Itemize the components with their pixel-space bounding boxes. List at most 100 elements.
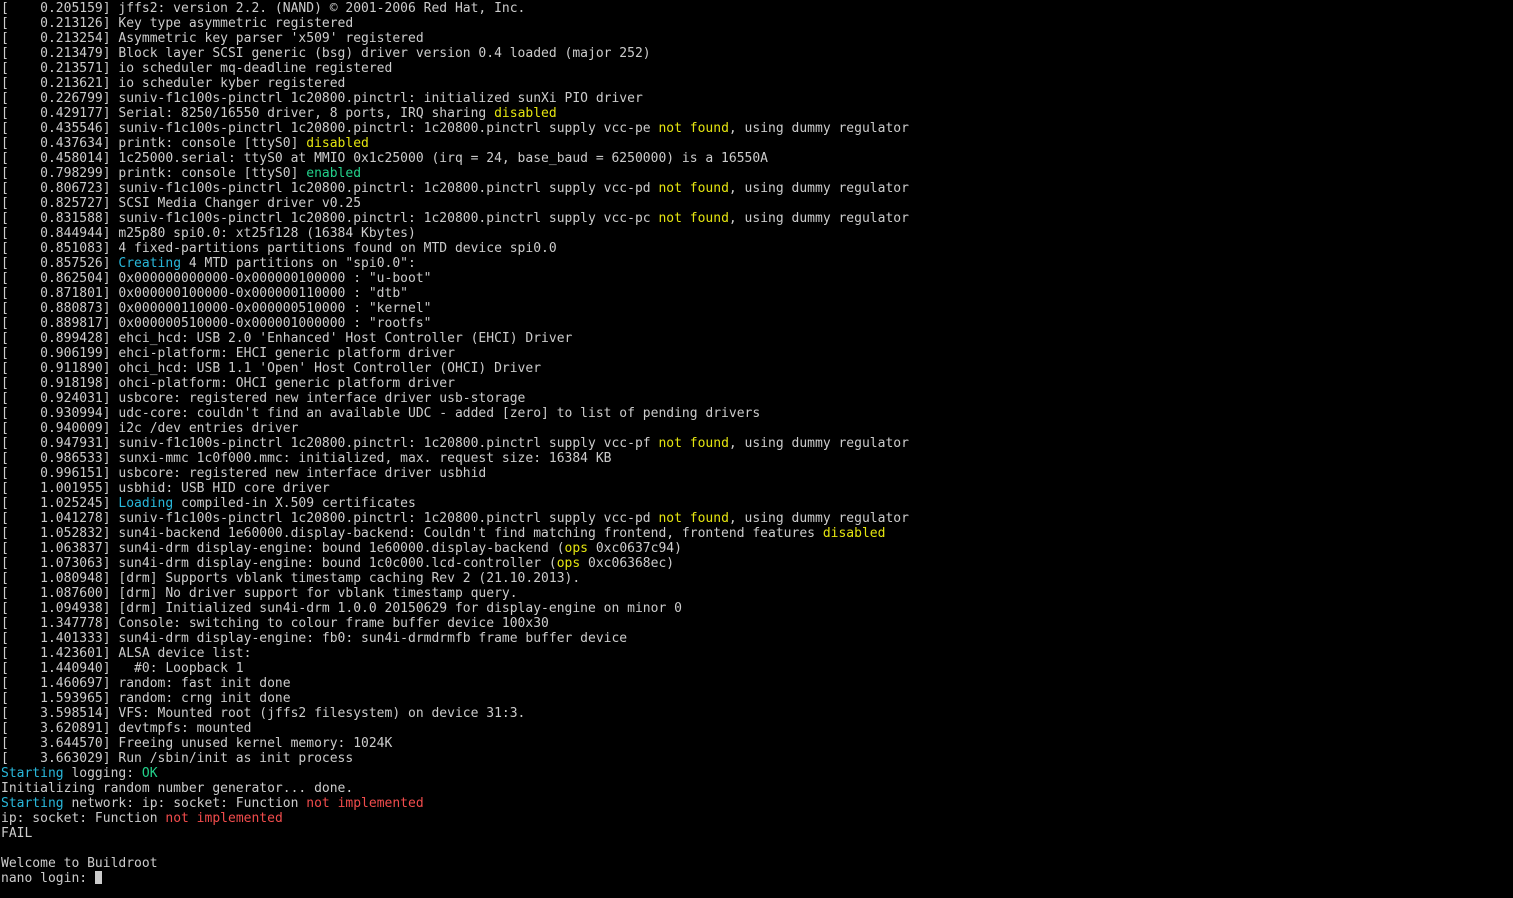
log-text: [ 1.073063] sun4i-drm display-engine: bo… [1, 556, 557, 571]
terminal-line: [ 0.825727] SCSI Media Changer driver v0… [1, 196, 909, 211]
terminal-line: [ 1.094938] [drm] Initialized sun4i-drm … [1, 601, 909, 616]
log-text: [ 1.460697] random: fast init done [1, 676, 291, 691]
log-text: [ 0.831588] suniv-f1c100s-pinctrl 1c2080… [1, 211, 659, 226]
log-text: [ 0.911890] ohci_hcd: USB 1.1 'Open' Hos… [1, 361, 542, 376]
log-text: [ 1.080948] [drm] Supports vblank timest… [1, 571, 581, 586]
log-text: [ 3.663029] Run /sbin/init as init proce… [1, 751, 354, 766]
terminal-line: [ 0.947931] suniv-f1c100s-pinctrl 1c2080… [1, 436, 909, 451]
terminal-line: [ 3.620891] devtmpfs: mounted [1, 721, 909, 736]
log-text: [ 0.458014] 1c25000.serial: ttyS0 at MMI… [1, 151, 769, 166]
terminal-line: [ 0.831588] suniv-f1c100s-pinctrl 1c2080… [1, 211, 909, 226]
terminal-line: [ 1.347778] Console: switching to colour… [1, 616, 909, 631]
log-text: [ 0.857526] [1, 256, 119, 271]
terminal-line: Welcome to Buildroot [1, 856, 909, 871]
terminal-line: [ 1.001955] usbhid: USB HID core driver [1, 481, 909, 496]
log-text: [ 1.041278] suniv-f1c100s-pinctrl 1c2080… [1, 511, 659, 526]
terminal-line: [ 1.087600] [drm] No driver support for … [1, 586, 909, 601]
log-text: ip: socket: Function [1, 811, 166, 826]
highlighted-text: Starting [1, 766, 64, 781]
terminal-line: [ 1.423601] ALSA device list: [1, 646, 909, 661]
terminal-line: [ 0.906199] ehci-platform: EHCI generic … [1, 346, 909, 361]
highlighted-text: not found [658, 211, 729, 226]
log-text: 4 MTD partitions on "spi0.0": [181, 256, 416, 271]
log-text: [ 0.213479] Block layer SCSI generic (bs… [1, 46, 651, 61]
terminal-window[interactable]: [ 0.205159] jffs2: version 2.2. (NAND) ©… [0, 0, 1513, 898]
terminal-line: [ 1.073063] sun4i-drm display-engine: bo… [1, 556, 909, 571]
highlighted-text: ops [564, 541, 589, 556]
terminal-line: [ 0.862504] 0x000000000000-0x00000010000… [1, 271, 909, 286]
terminal-line: [ 0.429177] Serial: 8250/16550 driver, 8… [1, 106, 909, 121]
highlighted-text: not implemented [165, 811, 283, 826]
highlighted-text: disabled [822, 526, 886, 541]
terminal-line: [ 0.899428] ehci_hcd: USB 2.0 'Enhanced'… [1, 331, 909, 346]
highlighted-text: not implemented [306, 796, 424, 811]
log-text: [ 0.213126] Key type asymmetric register… [1, 16, 354, 31]
terminal-line: [ 0.213621] io scheduler kyber registere… [1, 76, 909, 91]
terminal-line: [ 0.213571] io scheduler mq-deadline reg… [1, 61, 909, 76]
highlighted-text: OK [141, 766, 158, 781]
terminal-line: [ 0.918198] ohci-platform: OHCI generic … [1, 376, 909, 391]
log-text: [ 0.851083] 4 fixed-partitions partition… [1, 241, 557, 256]
highlighted-text: disabled [494, 106, 557, 121]
highlighted-text: disabled [306, 136, 369, 151]
terminal-line: [ 1.080948] [drm] Supports vblank timest… [1, 571, 909, 586]
terminal-line: [ 0.871801] 0x000000100000-0x00000011000… [1, 286, 909, 301]
log-text: , using dummy regulator [728, 181, 909, 196]
terminal-line: [ 0.889817] 0x000000510000-0x00000100000… [1, 316, 909, 331]
terminal-line: [ 1.440940] #0: Loopback 1 [1, 661, 909, 676]
log-text: [ 1.347778] Console: switching to colour… [1, 616, 549, 631]
highlighted-text: Starting [1, 796, 64, 811]
log-text: , using dummy regulator [728, 211, 909, 226]
terminal-line: [ 1.052832] sun4i-backend 1e60000.displa… [1, 526, 909, 541]
log-text: [ 1.094938] [drm] Initialized sun4i-drm … [1, 601, 682, 616]
terminal-line: [ 3.644570] Freeing unused kernel memory… [1, 736, 909, 751]
terminal-line: [ 1.063837] sun4i-drm display-engine: bo… [1, 541, 909, 556]
text-cursor[interactable] [94, 871, 102, 884]
log-text: compiled-in X.509 certificates [173, 496, 416, 511]
log-text: 0xc0637c94) [588, 541, 682, 556]
log-text: [ 3.598514] VFS: Mounted root (jffs2 fil… [1, 706, 526, 721]
log-text: [ 3.644570] Freeing unused kernel memory… [1, 736, 393, 751]
terminal-line: [ 0.213254] Asymmetric key parser 'x509'… [1, 31, 909, 46]
terminal-line: [ 0.924031] usbcore: registered new inte… [1, 391, 909, 406]
log-text: [ 0.996151] usbcore: registered new inte… [1, 466, 487, 481]
terminal-line: [ 0.880873] 0x000000110000-0x00000051000… [1, 301, 909, 316]
highlighted-text: not found [658, 511, 729, 526]
highlighted-text: enabled [306, 166, 362, 181]
terminal-line: [ 1.041278] suniv-f1c100s-pinctrl 1c2080… [1, 511, 909, 526]
log-text: [ 0.435546] suniv-f1c100s-pinctrl 1c2080… [1, 121, 659, 136]
log-text: [ 1.052832] sun4i-backend 1e60000.displa… [1, 526, 823, 541]
log-text: [ 0.906199] ehci-platform: EHCI generic … [1, 346, 455, 361]
log-text: [ 0.986533] sunxi-mmc 1c0f000.mmc: initi… [1, 451, 612, 466]
terminal-line: [ 0.911890] ohci_hcd: USB 1.1 'Open' Hos… [1, 361, 909, 376]
terminal-line: [ 0.437634] printk: console [ttyS0] disa… [1, 136, 909, 151]
log-text: [ 0.226799] suniv-f1c100s-pinctrl 1c2080… [1, 91, 643, 106]
log-text: [ 1.087600] [drm] No driver support for … [1, 586, 518, 601]
log-text: 0xc06368ec) [580, 556, 675, 571]
terminal-line: [ 0.806723] suniv-f1c100s-pinctrl 1c2080… [1, 181, 909, 196]
log-text: [ 0.889817] 0x000000510000-0x00000100000… [1, 316, 432, 331]
terminal-line: [ 0.458014] 1c25000.serial: ttyS0 at MMI… [1, 151, 909, 166]
terminal-line: [ 0.213126] Key type asymmetric register… [1, 16, 909, 31]
log-text: [ 1.025245] [1, 496, 119, 511]
log-text: [ 3.620891] devtmpfs: mounted [1, 721, 252, 736]
log-text: [ 0.213254] Asymmetric key parser 'x509'… [1, 31, 424, 46]
terminal-output: [ 0.205159] jffs2: version 2.2. (NAND) ©… [1, 1, 909, 886]
terminal-line: [ 0.930994] udc-core: couldn't find an a… [1, 406, 909, 421]
terminal-line: [ 3.598514] VFS: Mounted root (jffs2 fil… [1, 706, 909, 721]
log-text: [ 0.429177] Serial: 8250/16550 driver, 8… [1, 106, 495, 121]
log-text: [ 1.001955] usbhid: USB HID core driver [1, 481, 330, 496]
log-text: [ 0.844944] m25p80 spi0.0: xt25f128 (163… [1, 226, 416, 241]
login-prompt-line[interactable]: nano login: [1, 871, 909, 886]
log-text: FAIL [1, 826, 33, 841]
terminal-line: [ 1.025245] Loading compiled-in X.509 ce… [1, 496, 909, 511]
log-text: [ 1.063837] sun4i-drm display-engine: bo… [1, 541, 565, 556]
log-text: [ 0.862504] 0x000000000000-0x00000010000… [1, 271, 432, 286]
terminal-line: [ 1.401333] sun4i-drm display-engine: fb… [1, 631, 909, 646]
log-text: [ 0.880873] 0x000000110000-0x00000051000… [1, 301, 432, 316]
highlighted-text: not found [658, 436, 729, 451]
log-text: [ 1.423601] ALSA device list: [1, 646, 252, 661]
login-prompt-label: nano login: [1, 871, 95, 886]
log-text: [ 0.899428] ehci_hcd: USB 2.0 'Enhanced'… [1, 331, 573, 346]
